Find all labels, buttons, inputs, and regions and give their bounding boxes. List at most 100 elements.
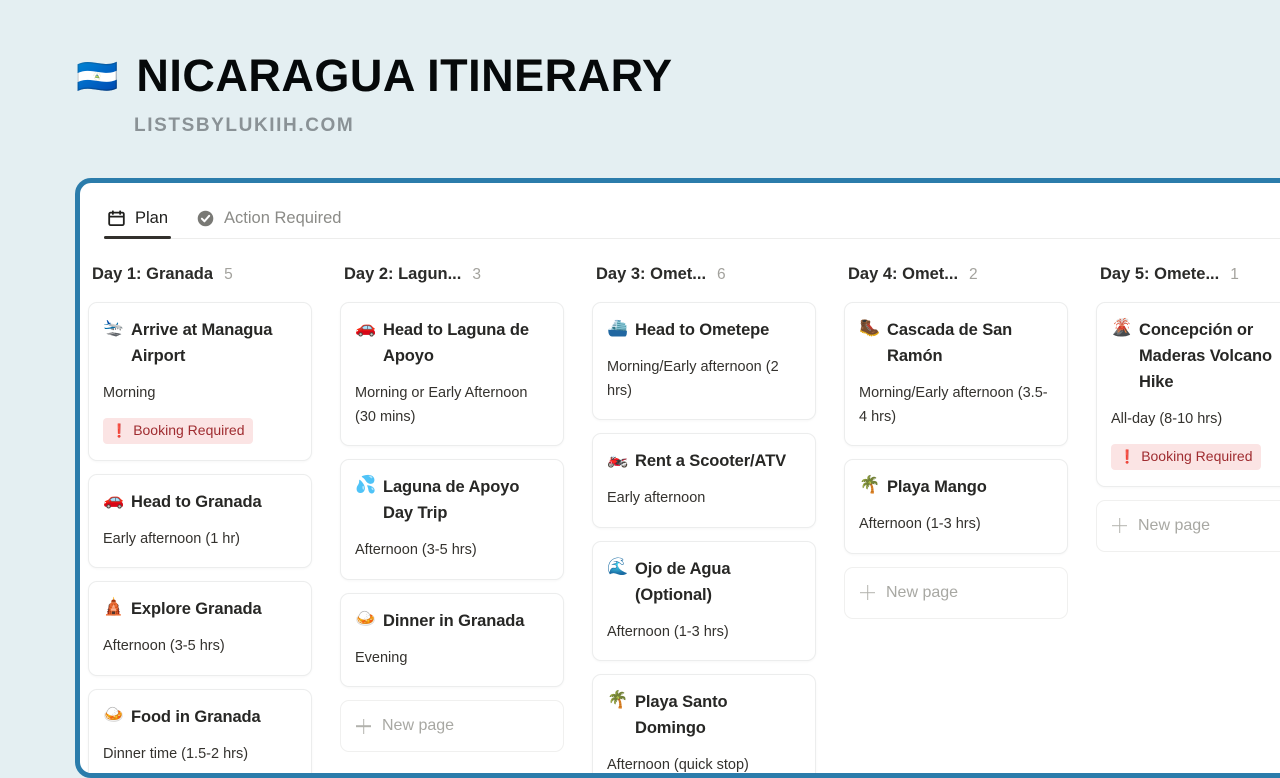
itinerary-card[interactable]: 🚗 Head to Granada Early afternoon (1 hr) xyxy=(88,473,312,569)
palm-tree-icon: 🌴 xyxy=(607,690,629,710)
card-title-row: 🌴 Playa Santo Domingo xyxy=(607,689,801,741)
new-page-button[interactable]: New page xyxy=(1096,499,1280,552)
board-column: Day 2: Lagun... 3 🚗 Head to Laguna de Apoyo… xyxy=(340,265,564,753)
card-meta: Dinner time (1.5-2 hrs) xyxy=(103,745,249,762)
card-title: Explore Granada xyxy=(131,600,262,619)
status-badge-label: Booking Required xyxy=(1141,447,1253,464)
tab-action-required[interactable]: Action Required xyxy=(193,209,344,239)
card-title-row: 🍛 Dinner in Granada xyxy=(355,608,549,634)
card-title: Head to Laguna de Apoyo xyxy=(383,321,529,366)
wave-icon: 🌊 xyxy=(607,556,629,576)
column-count: 2 xyxy=(969,266,978,283)
column-header[interactable]: Day 5: Omete... 1 xyxy=(1096,265,1280,289)
card-title: Laguna de Apoyo Day Trip xyxy=(383,478,520,523)
card-title: Ojo de Agua (Optional) xyxy=(635,559,731,604)
card-meta: Morning xyxy=(103,385,156,402)
card-title: Food in Granada xyxy=(131,707,261,726)
itinerary-card[interactable]: 🌴 Playa Santo Domingo Afternoon (quick sto… xyxy=(592,674,816,773)
new-page-button[interactable]: New page xyxy=(340,700,564,753)
new-page-label: New page xyxy=(382,717,455,735)
page-title: NICARAGUA ITINERARY xyxy=(136,50,673,101)
calendar-icon xyxy=(107,209,126,228)
card-title-row: 🛬 Arrive at Managua Airport xyxy=(103,317,297,369)
plus-icon xyxy=(859,584,876,601)
kanban-board: Day 1: Granada 5 🛬 Arrive at Managua Airpor… xyxy=(80,239,1280,773)
column-title: Day 4: Omet... xyxy=(848,265,959,283)
ferry-icon: ⛴️ xyxy=(607,318,629,337)
card-meta: Morning/Early afternoon (3.5-4 hrs) xyxy=(859,385,1048,425)
card-title: Head to Granada xyxy=(131,492,262,511)
card-title-row: 💦 Laguna de Apoyo Day Trip xyxy=(355,474,549,526)
itinerary-card[interactable]: ⛴️ Head to Ometepe Morning/Early afternoon… xyxy=(592,302,816,421)
new-page-label: New page xyxy=(886,583,959,601)
card-meta: Evening xyxy=(355,649,408,666)
volcano-icon: 🌋 xyxy=(1111,318,1133,337)
check-circle-icon xyxy=(196,209,215,228)
tab-plan[interactable]: Plan xyxy=(104,209,172,239)
food-dish-icon: 🍛 xyxy=(103,704,125,724)
card-meta: Afternoon (1-3 hrs) xyxy=(607,623,729,640)
itinerary-card[interactable]: 🛕 Explore Granada Afternoon (3-5 hrs) xyxy=(88,581,312,676)
temple-icon: 🛕 xyxy=(103,597,125,617)
column-title: Day 2: Lagun... xyxy=(344,265,462,283)
column-header[interactable]: Day 4: Omet... 2 xyxy=(844,265,1068,289)
tab-bar: Plan Action Required xyxy=(80,183,1280,239)
airplane-arriving-icon: 🛬 xyxy=(103,318,125,337)
title-row: 🇳🇮 NICARAGUA ITINERARY xyxy=(76,50,1280,101)
card-title-row: 🌋 Concepción or Maderas Volcano Hike xyxy=(1111,317,1280,395)
card-meta: Morning or Early Afternoon (30 mins) xyxy=(355,385,528,425)
card-meta: All-day (8-10 hrs) xyxy=(1111,411,1223,428)
itinerary-card[interactable]: 🛬 Arrive at Managua Airport Morning ❗ Bookin… xyxy=(88,302,312,461)
column-title: Day 3: Omet... xyxy=(596,265,707,283)
page-header: 🇳🇮 NICARAGUA ITINERARY LISTSBYLUKIIH.COM xyxy=(0,0,1280,137)
palm-tree-icon: 🌴 xyxy=(859,475,881,495)
column-count: 3 xyxy=(472,266,481,283)
new-page-button[interactable]: New page xyxy=(844,566,1068,619)
card-title: Head to Ometepe xyxy=(635,321,770,339)
board-column: Day 1: Granada 5 🛬 Arrive at Managua Airpor… xyxy=(88,265,312,773)
card-meta: Afternoon (1-3 hrs) xyxy=(859,516,981,533)
hiking-boot-icon: 🥾 xyxy=(859,318,881,337)
itinerary-card[interactable]: 💦 Laguna de Apoyo Day Trip Afternoon (3-5 … xyxy=(340,459,564,580)
itinerary-card[interactable]: 🌊 Ojo de Agua (Optional) Afternoon (1-3 hr… xyxy=(592,540,816,662)
card-title: Cascada de San Ramón xyxy=(887,321,1013,366)
itinerary-card[interactable]: 🌴 Playa Mango Afternoon (1-3 hrs) xyxy=(844,459,1068,554)
water-droplets-icon: 💦 xyxy=(355,475,377,495)
embedded-app-frame: Plan Action Required Day 1: Granada 5 🛬 Arr… xyxy=(75,178,1280,778)
column-header[interactable]: Day 1: Granada 5 xyxy=(88,265,312,289)
card-title-row: 🌴 Playa Mango xyxy=(859,474,1053,500)
board-column: Day 3: Omet... 6 ⛴️ Head to Ometepe Morning/… xyxy=(592,265,816,773)
status-badge: ❗ Booking Required xyxy=(103,417,254,444)
card-meta: Afternoon (3-5 hrs) xyxy=(103,638,225,655)
new-page-label: New page xyxy=(1138,516,1211,534)
column-count: 5 xyxy=(224,266,233,283)
card-title: Rent a Scooter/ATV xyxy=(635,452,787,471)
column-title: Day 1: Granada xyxy=(92,265,214,283)
card-meta: Afternoon (3-5 hrs) xyxy=(355,542,477,559)
card-meta: Morning/Early afternoon (2 hrs) xyxy=(607,359,779,399)
column-count: 1 xyxy=(1230,266,1239,283)
tab-action-required-label: Action Required xyxy=(224,209,342,227)
itinerary-card[interactable]: 🌋 Concepción or Maderas Volcano Hike All-d… xyxy=(1096,302,1280,487)
itinerary-card[interactable]: 🍛 Food in Granada Dinner time (1.5-2 hrs) xyxy=(88,688,312,773)
app-inner: Plan Action Required Day 1: Granada 5 🛬 Arr… xyxy=(80,183,1280,773)
card-title-row: 🛕 Explore Granada xyxy=(103,596,297,622)
exclamation-icon: ❗ xyxy=(111,422,128,438)
card-meta: Early afternoon (1 hr) xyxy=(103,530,241,547)
column-header[interactable]: Day 2: Lagun... 3 xyxy=(340,265,564,289)
itinerary-card[interactable]: 🏍️ Rent a Scooter/ATV Early afternoon xyxy=(592,433,816,528)
card-meta: Afternoon (quick stop) xyxy=(607,757,749,773)
column-header[interactable]: Day 3: Omet... 6 xyxy=(592,265,816,289)
status-badge-label: Booking Required xyxy=(133,421,245,438)
card-title-row: 🥾 Cascada de San Ramón xyxy=(859,317,1053,369)
itinerary-card[interactable]: 🚗 Head to Laguna de Apoyo Morning or Early… xyxy=(340,302,564,447)
itinerary-card[interactable]: 🍛 Dinner in Granada Evening xyxy=(340,592,564,688)
page-subtitle: LISTSBYLUKIIH.COM xyxy=(134,115,355,137)
motorcycle-icon: 🏍️ xyxy=(607,449,629,469)
nicaragua-flag-icon: 🇳🇮 xyxy=(76,57,119,96)
itinerary-card[interactable]: 🥾 Cascada de San Ramón Morning/Early after… xyxy=(844,302,1068,447)
card-title: Playa Santo Domingo xyxy=(635,693,728,738)
column-title: Day 5: Omete... xyxy=(1100,265,1220,283)
card-title: Playa Mango xyxy=(887,478,987,497)
tab-plan-label: Plan xyxy=(135,209,169,227)
